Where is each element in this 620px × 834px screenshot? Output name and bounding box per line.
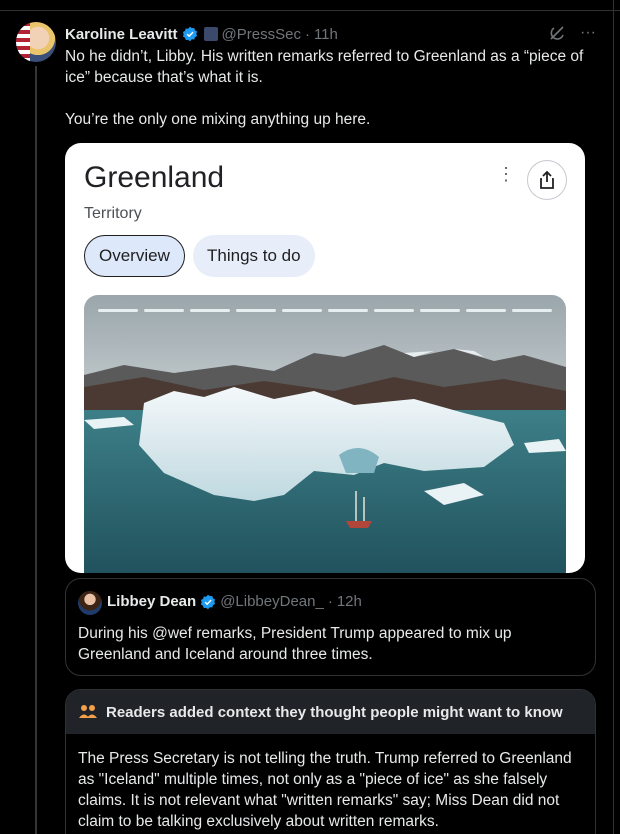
people-icon <box>79 705 97 718</box>
quoted-author-avatar[interactable] <box>78 591 102 615</box>
author-handle[interactable]: @PressSec <box>222 26 301 43</box>
quoted-tweet-text: During his @wef remarks, President Trump… <box>78 625 512 663</box>
tweet-header: Karoline Leavitt @PressSec · 11h <box>65 24 338 44</box>
share-icon <box>527 160 567 200</box>
gov-badge-icon <box>203 27 218 41</box>
chip-things-to-do: Things to do <box>193 235 315 277</box>
place-title: Greenland <box>84 161 225 194</box>
right-border <box>613 0 614 834</box>
community-note-title: Readers added context they thought peopl… <box>106 703 563 721</box>
tweet-media-screenshot[interactable]: Greenland Territory ⋮ Overview Things to… <box>65 143 585 573</box>
tweet-text-paragraph-2: You’re the only one mixing anything up h… <box>65 111 371 128</box>
quoted-author-name[interactable]: Libbey Dean <box>107 593 196 610</box>
quoted-tweet[interactable]: Libbey Dean @LibbeyDean_ · 12h During hi… <box>65 578 596 676</box>
tweet-text: No he didn’t, Libby. His written remarks… <box>65 46 600 130</box>
verified-badge-icon <box>201 594 216 609</box>
tweet-time[interactable]: 11h <box>314 26 338 43</box>
tweet-text-paragraph-1: No he didn’t, Libby. His written remarks… <box>65 48 584 86</box>
quoted-tweet-header: Libbey Dean @LibbeyDean_ · 12h <box>107 593 362 610</box>
community-note-header: Readers added context they thought peopl… <box>66 690 595 734</box>
kebab-icon: ⋮ <box>497 164 515 184</box>
separator: · <box>304 25 310 43</box>
author-name[interactable]: Karoline Leavitt <box>65 26 178 43</box>
grok-icon[interactable] <box>548 24 566 42</box>
quoted-author-handle[interactable]: @LibbeyDean_ <box>220 593 324 610</box>
place-subtitle: Territory <box>84 205 142 222</box>
author-avatar[interactable] <box>16 22 56 62</box>
quoted-tweet-time[interactable]: 12h <box>337 593 362 610</box>
iceberg-photo <box>84 295 566 573</box>
thread-line <box>35 66 37 834</box>
verified-badge-icon <box>182 26 197 42</box>
top-border <box>0 10 620 11</box>
community-note-body: The Press Secretary is not telling the t… <box>78 750 572 830</box>
tweet-actions-top: ··· <box>548 24 596 42</box>
more-icon[interactable]: ··· <box>580 24 596 42</box>
chip-overview: Overview <box>84 235 185 277</box>
community-note: Readers added context they thought peopl… <box>65 689 596 834</box>
separator: · <box>327 593 333 610</box>
